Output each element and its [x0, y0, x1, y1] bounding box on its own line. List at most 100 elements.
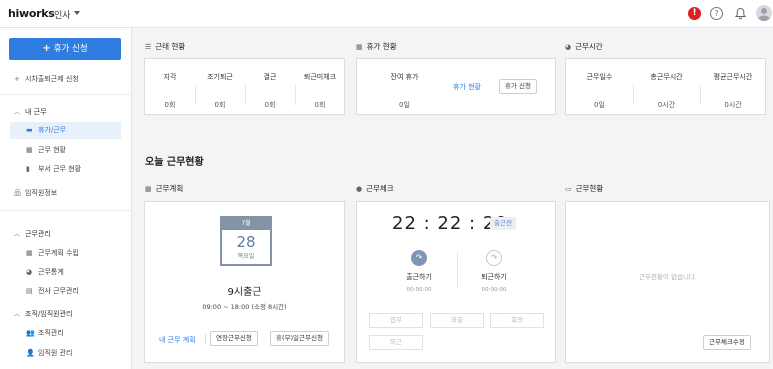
shift-title: 9시출근: [227, 287, 262, 298]
calendar-day: 28: [236, 233, 256, 251]
holiday-work-request-button[interactable]: 휴(무)일근무신청: [270, 331, 329, 346]
leave-status-link[interactable]: 휴가 현황: [453, 82, 481, 92]
app-switcher-caret-icon[interactable]: [74, 11, 80, 15]
help-icon[interactable]: ?: [710, 7, 723, 20]
work-button[interactable]: 업무: [369, 313, 423, 328]
clock-icon: ●: [356, 185, 363, 193]
stat-average-hours: 평균근무시간 0시간: [700, 72, 766, 110]
calendar-weekday: 목요일: [237, 253, 255, 260]
clock-out-icon[interactable]: ↷: [486, 250, 502, 266]
leave-request-button[interactable]: + 휴가 신청: [9, 38, 121, 60]
meeting-button[interactable]: 회의: [490, 313, 544, 328]
bar-chart-icon: ▮: [26, 165, 30, 173]
sidebar-item-company-work[interactable]: ▤ 전사 근무관리: [26, 286, 79, 296]
clock-out-button[interactable]: 퇴근하기: [464, 272, 524, 282]
attendance-card-title: ☰ 근태 현황: [145, 41, 185, 52]
list-icon: ☰: [145, 43, 152, 51]
sidebar-item-dept-work-status[interactable]: ▮ 부서 근무 현황: [26, 164, 81, 174]
edit-work-check-button[interactable]: 근무체크수정: [703, 335, 751, 350]
stat-value: 0일: [594, 101, 605, 109]
stat-label: 평균근무시간: [713, 73, 753, 81]
stat-value: 0회: [214, 101, 226, 109]
section-org-management-label: 조직/임직원관리: [25, 310, 73, 318]
clock-in-time: 00:00:00: [406, 287, 432, 293]
attendance-card: 지각 0회 조기퇴근 0회 결근 0회 퇴근미체크 0회: [144, 58, 345, 115]
stat-label: 잔여 휴가: [390, 73, 419, 81]
stat-label: 결근: [263, 73, 277, 81]
leave-apply-button[interactable]: 휴가 신청: [499, 79, 537, 94]
section-work-management[interactable]: ︿ 근무관리: [14, 229, 51, 239]
stat-value: 0회: [164, 101, 176, 109]
monitor-icon: ▭: [565, 185, 572, 193]
clock-icon: ◕: [565, 43, 572, 51]
sidebar-item-label: 부서 근무 현황: [38, 165, 82, 173]
chevron-up-icon: ︿: [14, 109, 21, 116]
stat-value: 0회: [314, 101, 326, 109]
stat-unchecked-out: 퇴근미체크 0회: [295, 72, 345, 110]
section-org-management[interactable]: ︿ 조직/임직원관리: [14, 309, 72, 319]
section-my-work[interactable]: ︿ 내 근무: [14, 107, 47, 117]
calendar-icon: ▦: [356, 43, 363, 51]
stat-remaining-leave: 잔여 휴가 0일: [367, 72, 442, 110]
avatar[interactable]: [756, 5, 772, 21]
section-work-management-label: 근무관리: [25, 230, 51, 238]
empty-status-message: 근무현황이 없습니다.: [639, 273, 697, 281]
leave-card: 잔여 휴가 0일 휴가 현황 휴가 신청: [356, 58, 556, 115]
app-switcher-label[interactable]: 인사: [54, 8, 71, 21]
bell-icon[interactable]: [734, 7, 747, 20]
calendar-month: 7월: [222, 218, 270, 230]
card-icon: ▬: [26, 126, 33, 134]
sidebar-item-work-plan[interactable]: ▦ 근무계획 수립: [26, 248, 79, 258]
chevron-up-icon: ︿: [14, 231, 21, 238]
top-bar: hiworks 인사 ! ?: [0, 0, 773, 28]
sidebar-item-org[interactable]: 👥 조직관리: [26, 328, 64, 338]
leave-title-text: 휴가 현황: [366, 42, 397, 51]
sidebar-item-label: 임직원정보: [25, 189, 58, 197]
sidebar-item-work-stats[interactable]: ◕ 근무통계: [26, 267, 64, 277]
section-my-work-label: 내 근무: [25, 108, 47, 116]
stat-value: 0회: [264, 101, 276, 109]
work-status-card-title: ▭ 근무현황: [565, 183, 603, 194]
sidebar-item-work-status[interactable]: ▦ 근무 현황: [26, 145, 66, 155]
sidebar-item-label: 근무통계: [38, 268, 64, 276]
work-status-title-text: 근무현황: [575, 184, 604, 193]
sidebar-divider: [0, 210, 132, 211]
sidebar: + 휴가 신청 + 시차출퇴근제 신청 ︿ 내 근무 ▬ 휴가/근무 ▦ 근무 현황 ▮ 부…: [0, 28, 132, 369]
my-work-plan-link[interactable]: 내 근무 계획: [159, 335, 196, 345]
clock-in-button[interactable]: 출근하기: [389, 272, 449, 282]
worktime-card-title: ◕ 근무시간: [565, 41, 603, 52]
outing-button[interactable]: 외출: [430, 313, 484, 328]
calendar-icon: ▦: [26, 249, 33, 257]
work-plan-title-text: 근무계획: [155, 184, 184, 193]
calendar-icon: ▦: [26, 146, 33, 154]
sidebar-item-leave-work[interactable]: ▬ 휴가/근무: [10, 122, 121, 139]
sidebar-item-label: 전사 근무관리: [38, 287, 79, 295]
org-chart-icon: 品: [14, 189, 21, 197]
stat-label: 퇴근미체크: [303, 73, 337, 81]
stat-label: 근무일수: [586, 73, 613, 81]
stat-total-hours: 총근무시간 0시간: [633, 72, 700, 110]
flex-time-apply-link[interactable]: + 시차출퇴근제 신청: [14, 74, 79, 84]
overtime-request-button[interactable]: 연장근무신청: [210, 331, 258, 346]
attendance-title-text: 근태 현황: [155, 42, 186, 51]
sidebar-item-employee-info[interactable]: 品 임직원정보: [14, 188, 57, 198]
calendar-icon: ▦: [145, 185, 152, 193]
calendar-icon: 7월 28 목요일: [220, 216, 272, 266]
flex-time-apply-label: 시차출퇴근제 신청: [25, 75, 79, 83]
pie-chart-icon: ◕: [26, 268, 33, 276]
stat-work-days: 근무일수 0일: [566, 72, 633, 110]
stat-label: 지각: [163, 73, 177, 81]
field-work-button[interactable]: 외근: [369, 335, 423, 350]
work-check-title-text: 근무체크: [366, 184, 394, 193]
plus-icon: +: [42, 43, 51, 54]
document-icon: ▤: [26, 287, 33, 295]
alert-icon[interactable]: !: [688, 7, 701, 20]
sidebar-item-label: 임직원 관리: [38, 349, 73, 357]
work-check-card-title: ● 근무체크: [356, 183, 394, 194]
check-divider: [457, 252, 458, 288]
clock-in-icon[interactable]: ↷: [411, 250, 427, 266]
plus-icon: +: [14, 75, 20, 83]
work-plan-card-title: ▦ 근무계획: [145, 183, 183, 194]
sidebar-item-employee-mgmt[interactable]: 👤 임직원 관리: [26, 348, 72, 358]
hiworks-logo[interactable]: hiworks: [8, 7, 55, 20]
